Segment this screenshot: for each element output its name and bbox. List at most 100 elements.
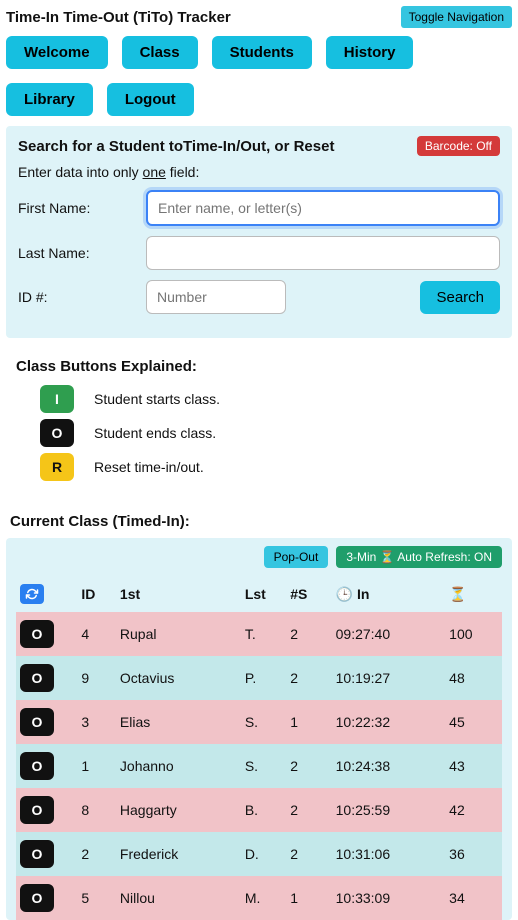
nav-logout[interactable]: Logout: [107, 83, 194, 116]
time-out-button[interactable]: O: [20, 884, 54, 912]
id-label: ID #:: [18, 289, 138, 305]
cell-lst: S.: [241, 744, 286, 788]
legend-row: OStudent ends class.: [40, 419, 502, 447]
cell-time-in: 10:19:27: [332, 656, 446, 700]
time-out-button[interactable]: O: [20, 796, 54, 824]
col-first[interactable]: 1st: [116, 576, 241, 612]
cell-first: Haggarty: [116, 788, 241, 832]
cell-sessions: 2: [286, 612, 331, 656]
cell-lst: S.: [241, 700, 286, 744]
cell-lst: D.: [241, 832, 286, 876]
cell-first: Rupal: [116, 612, 241, 656]
cell-id: 1: [77, 744, 116, 788]
cell-action: O: [16, 700, 77, 744]
cell-lst: M.: [241, 876, 286, 920]
table-row: O8HaggartyB.210:25:5942: [16, 788, 502, 832]
table-row: O9OctaviusP.210:19:2748: [16, 656, 502, 700]
barcode-toggle[interactable]: Barcode: Off: [417, 136, 500, 156]
legend-text: Reset time-in/out.: [94, 459, 204, 475]
col-lst[interactable]: Lst: [241, 576, 286, 612]
cell-sessions: 2: [286, 744, 331, 788]
cell-time-in: 09:27:40: [332, 612, 446, 656]
current-class-table-wrap: Pop-Out 3-Min ⏳ Auto Refresh: ON ID 1st …: [6, 538, 512, 920]
cell-time-in: 10:33:09: [332, 876, 446, 920]
cell-duration: 100: [445, 612, 502, 656]
time-out-button[interactable]: O: [20, 620, 54, 648]
legend-row: I Student starts class.: [40, 385, 502, 413]
cell-first: Frederick: [116, 832, 241, 876]
nav-history[interactable]: History: [326, 36, 414, 69]
cell-action: O: [16, 788, 77, 832]
col-id[interactable]: ID: [77, 576, 116, 612]
table-row: O4RupalT.209:27:40100: [16, 612, 502, 656]
auto-refresh-toggle[interactable]: 3-Min ⏳ Auto Refresh: ON: [336, 546, 502, 568]
cell-first: Elias: [116, 700, 241, 744]
id-input[interactable]: [146, 280, 286, 314]
search-panel-title: Search for a Student toTime-In/Out, or R…: [18, 138, 334, 155]
cell-time-in: 10:24:38: [332, 744, 446, 788]
legend-code-i: I: [40, 385, 74, 413]
legend-title: Class Buttons Explained:: [16, 358, 502, 375]
time-out-button[interactable]: O: [20, 664, 54, 692]
cell-first: Nillou: [116, 876, 241, 920]
legend-code-o: O: [40, 419, 74, 447]
col-action[interactable]: [16, 576, 77, 612]
cell-sessions: 2: [286, 788, 331, 832]
col-dur[interactable]: ⏳: [445, 576, 502, 612]
cell-action: O: [16, 876, 77, 920]
cell-duration: 42: [445, 788, 502, 832]
search-button[interactable]: Search: [420, 281, 500, 314]
cell-sessions: 2: [286, 656, 331, 700]
time-out-button[interactable]: O: [20, 708, 54, 736]
nav-students[interactable]: Students: [212, 36, 312, 69]
legend-code-r: R: [40, 453, 74, 481]
search-hint: Enter data into only one field:: [18, 164, 500, 180]
hint-prefix: Enter data into only: [18, 164, 143, 180]
col-in[interactable]: 🕒 In: [332, 576, 446, 612]
legend-panel: Class Buttons Explained: I Student starts…: [6, 350, 512, 499]
table-row: O3EliasS.110:22:3245: [16, 700, 502, 744]
cell-time-in: 10:22:32: [332, 700, 446, 744]
cell-duration: 43: [445, 744, 502, 788]
cell-lst: P.: [241, 656, 286, 700]
refresh-icon: [20, 584, 44, 604]
col-s[interactable]: #S: [286, 576, 331, 612]
table-row: O2FrederickD.210:31:0636: [16, 832, 502, 876]
cell-first: Octavius: [116, 656, 241, 700]
cell-lst: T.: [241, 612, 286, 656]
cell-lst: B.: [241, 788, 286, 832]
time-out-button[interactable]: O: [20, 752, 54, 780]
cell-sessions: 1: [286, 876, 331, 920]
legend-row: R Reset time-in/out.: [40, 453, 502, 481]
toggle-navigation-button[interactable]: Toggle Navigation: [401, 6, 512, 28]
time-out-button[interactable]: O: [20, 840, 54, 868]
nav-library[interactable]: Library: [6, 83, 93, 116]
cell-duration: 45: [445, 700, 502, 744]
hint-suffix: field:: [166, 164, 199, 180]
cell-sessions: 1: [286, 700, 331, 744]
cell-id: 8: [77, 788, 116, 832]
main-nav: Welcome Class Students History Library L…: [0, 28, 518, 126]
first-name-input[interactable]: [146, 190, 500, 226]
first-name-label: First Name:: [18, 200, 138, 216]
cell-id: 4: [77, 612, 116, 656]
popout-button[interactable]: Pop-Out: [264, 546, 329, 568]
hint-underlined: one: [143, 164, 166, 180]
legend-text: Student starts class.: [94, 391, 220, 407]
table-row: O1JohannoS.210:24:3843: [16, 744, 502, 788]
cell-time-in: 10:25:59: [332, 788, 446, 832]
app-title: Time-In Time-Out (TiTo) Tracker: [6, 9, 231, 26]
cell-id: 3: [77, 700, 116, 744]
cell-duration: 34: [445, 876, 502, 920]
cell-action: O: [16, 612, 77, 656]
cell-id: 2: [77, 832, 116, 876]
nav-welcome[interactable]: Welcome: [6, 36, 108, 69]
table-row: O5NillouM.110:33:0934: [16, 876, 502, 920]
cell-id: 9: [77, 656, 116, 700]
last-name-label: Last Name:: [18, 245, 138, 261]
last-name-input[interactable]: [146, 236, 500, 270]
cell-id: 5: [77, 876, 116, 920]
nav-class[interactable]: Class: [122, 36, 198, 69]
current-class-table: ID 1st Lst #S 🕒 In ⏳ O4RupalT.209:27:401…: [16, 576, 502, 920]
cell-action: O: [16, 744, 77, 788]
